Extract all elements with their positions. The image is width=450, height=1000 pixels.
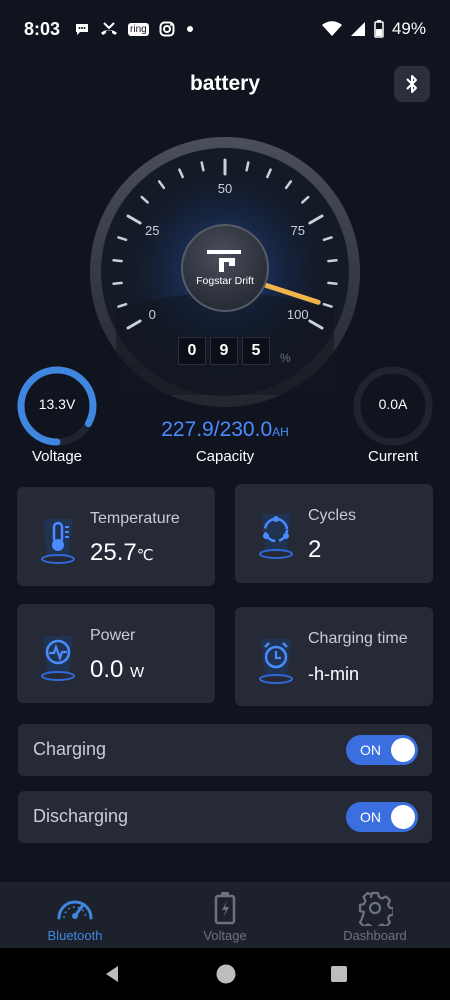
battery-charging-icon [214, 892, 236, 925]
home-icon[interactable] [215, 963, 237, 985]
switch-knob [391, 805, 415, 829]
capacity-unit: AH [272, 425, 289, 439]
gauge-tick [112, 259, 123, 263]
page-title: battery [189, 72, 261, 95]
odometer-digit: 0 [178, 337, 206, 365]
gauge-tick [200, 161, 205, 172]
gauge-scale-label: 0 [149, 307, 156, 322]
gear-icon [358, 891, 393, 926]
status-time: 8:03 [24, 18, 61, 39]
message-icon [74, 21, 90, 37]
charging-row: Charging ON [18, 724, 432, 776]
signal-icon [350, 21, 366, 37]
battery-percent: 49% [391, 19, 426, 38]
card-value: 0.0 W [90, 656, 145, 683]
gauge-scale-label: 50 [218, 181, 232, 196]
cycles-card: Cycles 2 [235, 484, 433, 583]
level-odometer: 0 9 5 % [178, 336, 291, 366]
header: battery [0, 58, 450, 110]
gauge-hub: Fogstar Drift [181, 224, 269, 312]
gauge-tick [327, 259, 338, 263]
switch-state: ON [360, 809, 381, 825]
thermometer-icon [41, 519, 75, 564]
speedometer-icon [57, 900, 93, 920]
gauge-tick [112, 281, 123, 285]
current-value: 0.0A [378, 396, 408, 412]
card-value: 25.7℃ [90, 539, 154, 566]
voltage-value: 13.3V [38, 396, 76, 412]
bottom-nav: Bluetooth Voltage Dashboard [0, 882, 450, 948]
odometer-digit: 5 [242, 337, 270, 365]
temperature-card: Temperature 25.7℃ [17, 487, 215, 586]
brand-logo-icon [207, 250, 241, 272]
nav-voltage[interactable]: Voltage [150, 882, 300, 948]
odometer-digit: 9 [210, 337, 238, 365]
discharging-switch[interactable]: ON [346, 802, 418, 832]
nav-label: Bluetooth [47, 928, 103, 943]
gauge-scale-label: 75 [291, 223, 305, 238]
switch-knob [391, 738, 415, 762]
status-bar: 8:03 ring 49% [0, 0, 450, 58]
nav-label: Voltage [203, 928, 247, 943]
capacity-label: Capacity [195, 448, 255, 465]
recents-icon[interactable] [329, 964, 349, 984]
instagram-icon [159, 21, 175, 37]
card-title: Temperature [90, 510, 180, 527]
ring-icon: ring [128, 22, 149, 36]
gauge-scale-label: 100 [287, 307, 309, 322]
alarm-clock-icon [259, 639, 293, 684]
gauge-tick [327, 281, 338, 285]
bluetooth-button[interactable] [394, 66, 430, 102]
percent-sign: % [280, 351, 291, 365]
nav-dashboard[interactable]: Dashboard [300, 882, 450, 948]
power-card: Power 0.0 W [17, 604, 215, 703]
nav-label: Dashboard [343, 928, 407, 943]
gauge-scale-label: 25 [145, 223, 159, 238]
brand-name: Fogstar Drift [196, 275, 254, 287]
charging-time-card: Charging time -h-min [235, 607, 433, 706]
dot-icon [185, 24, 195, 34]
card-title: Charging time [308, 630, 408, 647]
discharging-label: Discharging [33, 806, 129, 826]
capacity-value: 227.9/230.0 [161, 418, 273, 441]
battery-icon [374, 20, 384, 38]
card-title: Power [90, 627, 136, 644]
card-value: -h-min [308, 664, 360, 684]
system-nav-bar [0, 948, 450, 1000]
power-icon [41, 636, 75, 681]
gauge-tick [245, 161, 250, 172]
card-value: 2 [308, 536, 322, 563]
back-icon[interactable] [101, 963, 123, 985]
cycle-icon [259, 514, 293, 559]
missed-call-icon [100, 21, 118, 37]
wifi-icon [321, 21, 342, 37]
nav-bluetooth[interactable]: Bluetooth [0, 882, 150, 948]
capacity-readout: 227.9/230.0AH [0, 418, 450, 442]
charging-label: Charging [33, 739, 107, 759]
charging-switch[interactable]: ON [346, 735, 418, 765]
bluetooth-icon [406, 75, 417, 93]
discharging-row: Discharging ON [18, 791, 432, 843]
switch-state: ON [360, 742, 381, 758]
card-title: Cycles [308, 507, 357, 524]
